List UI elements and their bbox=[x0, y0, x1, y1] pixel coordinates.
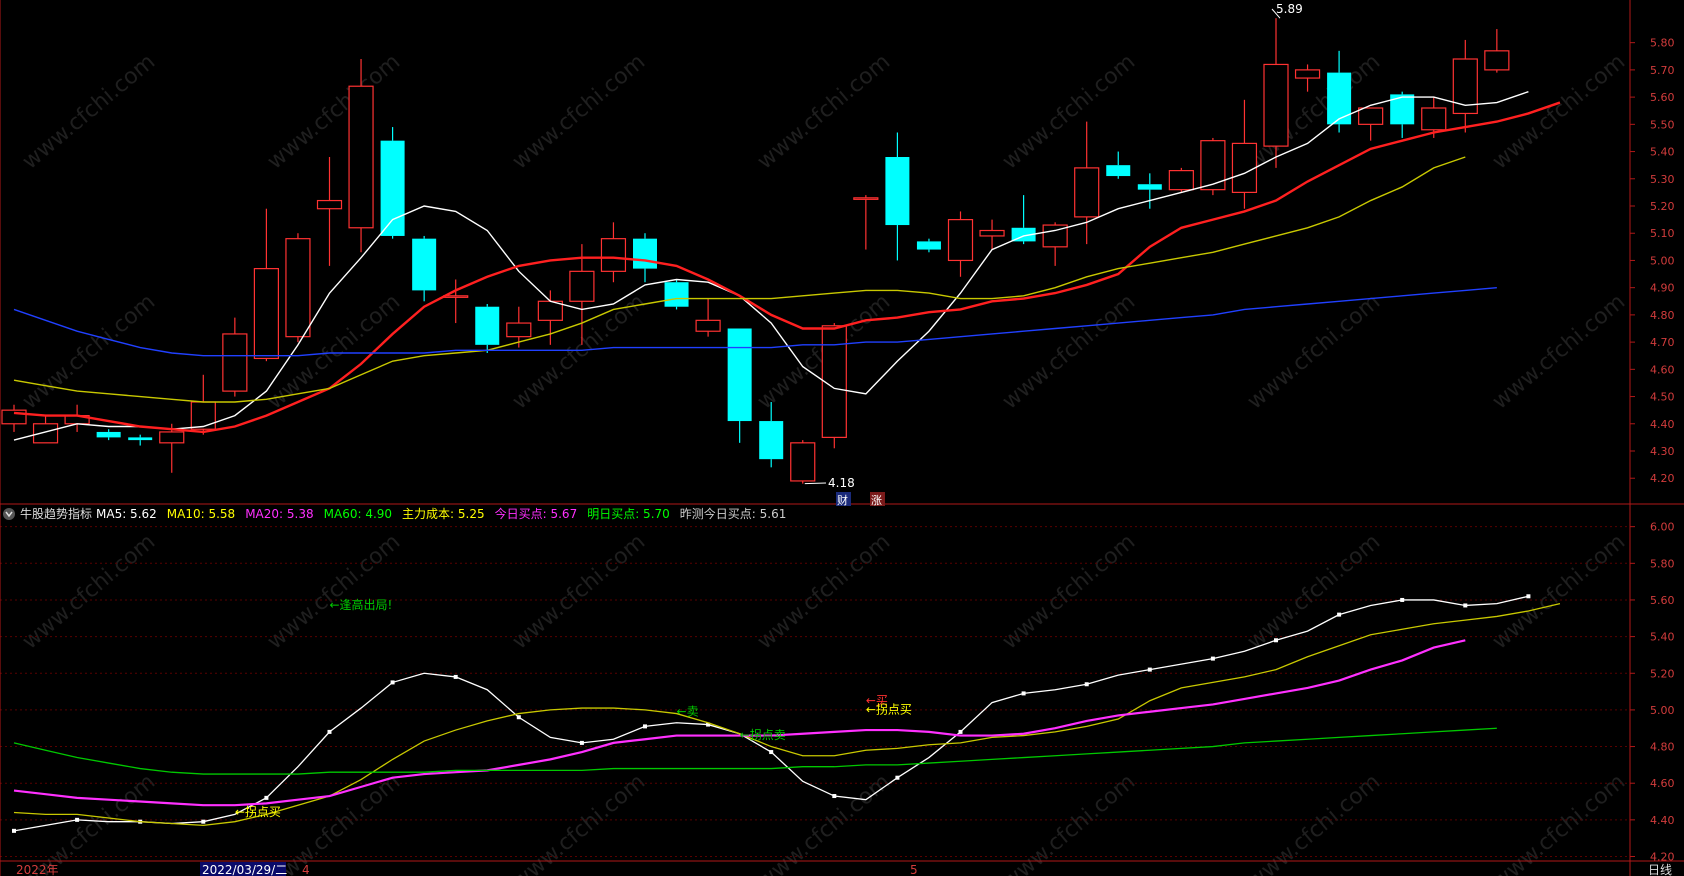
price-tick-label: 5.60 bbox=[1650, 91, 1675, 104]
indicator-marker bbox=[643, 724, 647, 729]
finance-badge[interactable]: 财 bbox=[836, 492, 851, 507]
price-tick-label: 4.80 bbox=[1650, 309, 1675, 322]
indicator-marker bbox=[453, 674, 458, 679]
candle[interactable] bbox=[821, 323, 847, 449]
price-tick-label: 5.70 bbox=[1650, 64, 1675, 77]
price-tick-label: 4.40 bbox=[1650, 418, 1675, 431]
indicator-title: 牛股趋势指标 bbox=[20, 506, 92, 521]
indicator-marker bbox=[895, 775, 900, 780]
candle[interactable] bbox=[380, 127, 405, 239]
rise-badge-label: 涨 bbox=[871, 494, 882, 507]
indicator-tick-label: 5.00 bbox=[1650, 704, 1675, 717]
indicator-values: MA5: 5.62 MA10: 5.58 MA20: 5.38 MA60: 4.90 主… bbox=[96, 506, 786, 521]
indicator-value-item: MA20: 5.38 bbox=[245, 507, 313, 521]
price-tick-label: 5.50 bbox=[1650, 118, 1675, 131]
indicator-tick-label: 5.40 bbox=[1650, 631, 1675, 644]
indicator-marker bbox=[1210, 656, 1215, 661]
indicator-marker bbox=[1147, 667, 1152, 672]
indicator-tick-label: 5.80 bbox=[1650, 557, 1675, 570]
indicator-tick-label: 4.80 bbox=[1650, 741, 1675, 754]
signal-annotation: ←拐点卖 bbox=[740, 727, 786, 742]
period-label[interactable]: 日线 bbox=[1648, 863, 1672, 876]
finance-badge-label: 财 bbox=[837, 493, 848, 507]
indicator-marker bbox=[516, 715, 521, 720]
indicator-value-item: MA10: 5.58 bbox=[167, 507, 235, 521]
price-tick-label: 5.80 bbox=[1650, 37, 1675, 50]
high-price-label: 5.89 bbox=[1276, 2, 1303, 16]
candle[interactable] bbox=[285, 233, 311, 343]
price-tick-label: 5.20 bbox=[1650, 200, 1675, 213]
indicator-value-item: 主力成本: 5.25 bbox=[402, 507, 485, 521]
cursor-date-label: 2022/03/29/二 bbox=[202, 863, 287, 876]
indicator-marker bbox=[12, 828, 16, 833]
indicator-tick-label: 6.00 bbox=[1650, 521, 1675, 534]
signal-annotation: ←拐点买 bbox=[866, 702, 912, 717]
price-tick-label: 4.90 bbox=[1650, 282, 1675, 295]
signal-annotation: ←拐点买 bbox=[235, 804, 281, 819]
indicator-marker bbox=[769, 750, 774, 755]
indicator-tick-label: 4.60 bbox=[1650, 777, 1675, 790]
candle[interactable] bbox=[348, 59, 374, 253]
indicator-marker bbox=[1337, 612, 1342, 617]
rise-badge[interactable]: 涨 bbox=[870, 492, 885, 507]
signal-annotation: ←逢高出局! bbox=[330, 597, 393, 612]
price-tick-label: 4.50 bbox=[1650, 391, 1675, 404]
signal-annotation: ←卖 bbox=[677, 704, 699, 718]
candle[interactable] bbox=[664, 279, 689, 310]
indicator-value-item: 明日买点: 5.70 bbox=[587, 507, 670, 521]
month-label-5: 5 bbox=[910, 863, 918, 876]
month-label-4: 4 bbox=[302, 863, 310, 876]
indicator-marker bbox=[75, 817, 80, 822]
indicator-tick-label: 5.20 bbox=[1650, 667, 1675, 680]
indicator-tick-label: 5.60 bbox=[1650, 594, 1675, 607]
indicator-marker bbox=[832, 794, 837, 799]
low-price-label: 4.18 bbox=[828, 476, 855, 490]
indicator-value-item: MA5: 5.62 bbox=[96, 507, 157, 521]
candle[interactable] bbox=[790, 440, 816, 484]
year-label: 2022年 bbox=[16, 863, 59, 876]
indicator-marker bbox=[1021, 691, 1026, 696]
indicator-marker bbox=[201, 819, 206, 824]
indicator-tick-label: 4.40 bbox=[1650, 814, 1675, 827]
price-tick-label: 4.70 bbox=[1650, 336, 1675, 349]
indicator-marker bbox=[1526, 594, 1531, 599]
indicator-marker bbox=[1463, 603, 1468, 608]
indicator-menu-button[interactable] bbox=[3, 508, 15, 520]
price-tick-label: 5.00 bbox=[1650, 254, 1675, 267]
stock-chart[interactable]: www.cfchi.com www.cfchi.com www.cfchi.com w… bbox=[0, 0, 1684, 876]
price-tick-label: 5.40 bbox=[1650, 146, 1675, 159]
indicator-value-item: 昨测今日买点: 5.61 bbox=[680, 506, 787, 521]
price-tick-label: 5.10 bbox=[1650, 227, 1675, 240]
indicator-marker bbox=[958, 729, 963, 734]
price-tick-label: 4.30 bbox=[1650, 445, 1675, 458]
indicator-value-item: MA60: 4.90 bbox=[324, 507, 392, 521]
chart-background bbox=[0, 0, 1684, 876]
price-tick-label: 4.60 bbox=[1650, 363, 1675, 376]
indicator-marker bbox=[264, 795, 269, 800]
price-tick-label: 4.20 bbox=[1650, 472, 1675, 485]
candle[interactable] bbox=[1168, 167, 1194, 193]
indicator-marker bbox=[579, 740, 584, 745]
indicator-marker bbox=[1274, 638, 1278, 643]
indicator-marker bbox=[327, 729, 332, 734]
indicator-value-item: 今日买点: 5.67 bbox=[495, 506, 578, 521]
indicator-tick-label: 4.20 bbox=[1650, 851, 1675, 864]
indicator-marker bbox=[1400, 597, 1405, 602]
indicator-marker bbox=[390, 680, 395, 685]
indicator-marker bbox=[1084, 682, 1089, 687]
price-tick-label: 5.30 bbox=[1650, 173, 1675, 186]
